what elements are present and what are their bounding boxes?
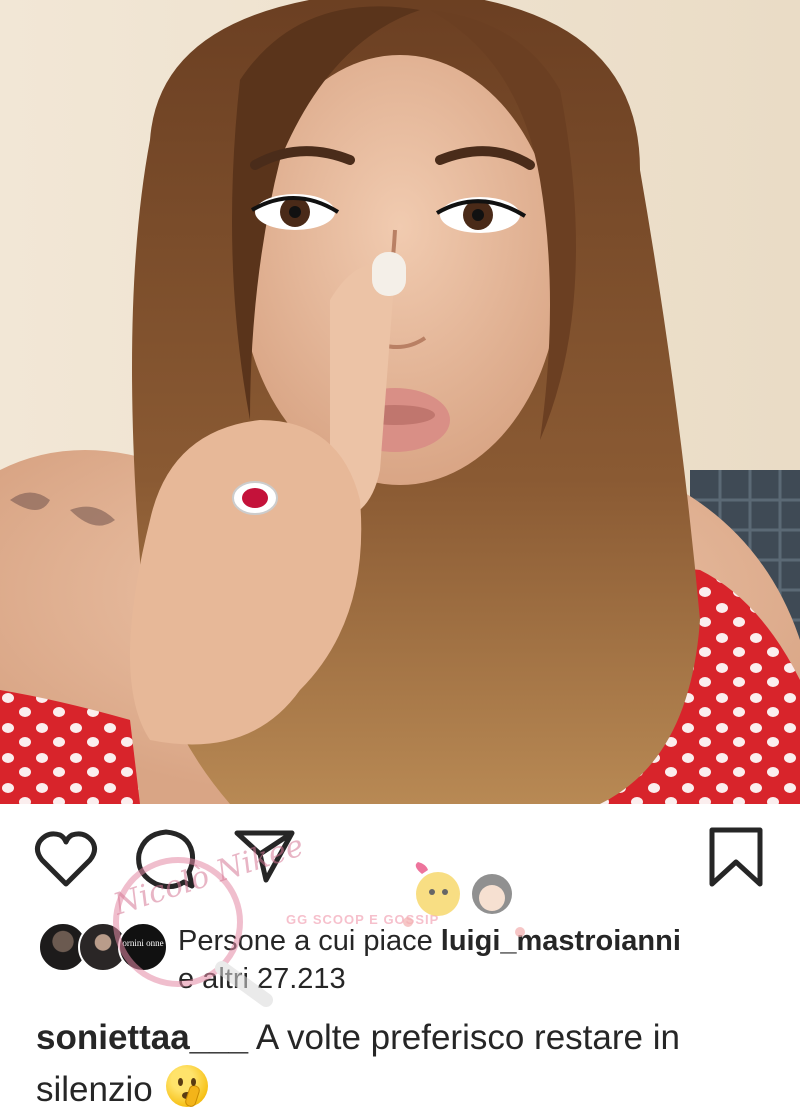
liker-avatars[interactable]: ornini onne <box>38 922 170 972</box>
bookmark-outline-icon <box>709 827 763 887</box>
like-button[interactable] <box>34 830 98 888</box>
likes-count[interactable]: e altri 27.213 <box>178 963 346 995</box>
save-button[interactable] <box>706 826 766 888</box>
post-action-bar <box>0 804 800 914</box>
shushing-face-emoji <box>166 1065 209 1109</box>
post-image[interactable] <box>0 0 800 804</box>
likes-prefix: Persone a cui piace <box>178 925 441 957</box>
avatar-badge-text: ornini onne <box>122 938 164 948</box>
caption-username[interactable]: soniettaa___ <box>36 1018 248 1057</box>
share-button[interactable] <box>234 828 296 884</box>
comment-button[interactable] <box>134 828 196 890</box>
heart-outline-icon <box>34 831 98 887</box>
paper-plane-icon <box>234 830 295 883</box>
likes-summary[interactable]: Persone a cui piace luigi_mastroianni e … <box>178 922 778 998</box>
avatar[interactable]: ornini onne <box>118 922 168 972</box>
post-caption: soniettaa___ A volte preferisco restare … <box>36 1012 776 1116</box>
liker-username[interactable]: luigi_mastroianni <box>441 925 681 957</box>
comment-bubble-icon <box>136 829 196 890</box>
post-photo-illustration <box>0 0 800 804</box>
